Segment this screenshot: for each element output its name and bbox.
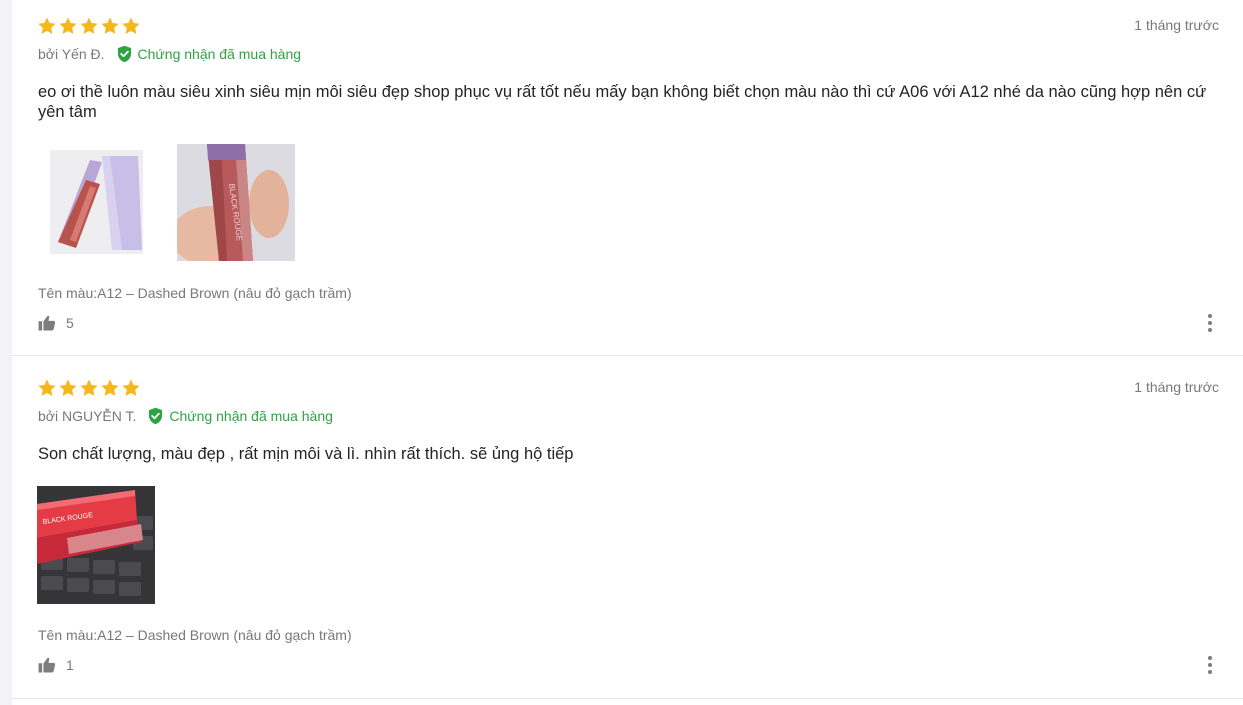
like-button[interactable]: 5 xyxy=(38,315,74,331)
verified-label: Chứng nhận đã mua hàng xyxy=(137,46,302,62)
star-icon xyxy=(122,17,140,34)
review-list: 1 tháng trước bởi Yến Đ. Chứng nhận đã m… xyxy=(12,0,1243,705)
review-variant: Tên màu:A12 – Dashed Brown (nâu đỏ gạch … xyxy=(38,627,352,643)
lipstick-keyboard-image: BLACK ROUGE xyxy=(37,486,155,604)
review-photo-lipstick-box[interactable] xyxy=(50,150,143,254)
review-item: 1 tháng trước bởi Yến Đ. Chứng nhận đã m… xyxy=(12,0,1243,356)
review-item: 1 tháng trước bởi NGUYỄN T. Chứng nhận đ… xyxy=(12,355,1243,699)
lipstick-hand-image: BLACK ROUGE xyxy=(177,144,295,261)
dot-icon xyxy=(1208,328,1212,332)
review-author: bởi NGUYỄN T. xyxy=(38,408,137,424)
dot-icon xyxy=(1208,656,1212,660)
lipstick-box-image xyxy=(50,150,143,254)
dot-icon xyxy=(1208,314,1212,318)
star-icon xyxy=(101,379,119,396)
star-rating xyxy=(37,378,141,398)
verified-purchase-badge: Chứng nhận đã mua hàng xyxy=(147,407,333,425)
dot-icon xyxy=(1208,321,1212,325)
star-rating xyxy=(37,16,141,36)
shield-check-icon xyxy=(149,407,163,425)
star-icon xyxy=(59,379,77,396)
dot-icon xyxy=(1208,670,1212,674)
star-icon xyxy=(80,379,98,396)
review-variant: Tên màu:A12 – Dashed Brown (nâu đỏ gạch … xyxy=(38,285,352,301)
review-photo-lipstick-keyboard[interactable]: BLACK ROUGE xyxy=(37,486,155,604)
review-time: 1 tháng trước xyxy=(1134,17,1219,33)
shield-check-icon xyxy=(117,45,131,63)
more-options-button[interactable] xyxy=(1206,314,1214,332)
verified-purchase-badge: Chứng nhận đã mua hàng xyxy=(116,45,302,63)
like-count: 5 xyxy=(66,315,74,331)
like-button[interactable]: 1 xyxy=(38,657,74,673)
review-byline: bởi Yến Đ. Chứng nhận đã mua hàng xyxy=(38,45,301,63)
star-icon xyxy=(59,17,77,34)
more-options-button[interactable] xyxy=(1206,656,1214,674)
dot-icon xyxy=(1208,663,1212,667)
review-time: 1 tháng trước xyxy=(1134,379,1219,395)
review-author: bởi Yến Đ. xyxy=(38,46,105,62)
review-byline: bởi NGUYỄN T. Chứng nhận đã mua hàng xyxy=(38,407,333,425)
star-icon xyxy=(80,17,98,34)
thumbs-up-icon xyxy=(38,315,56,331)
review-content: Son chất lượng, màu đẹp , rất mịn môi và… xyxy=(38,445,574,463)
star-icon xyxy=(101,17,119,34)
review-content: eo ơi thề luôn màu siêu xinh siêu mịn mô… xyxy=(38,83,1207,121)
like-count: 1 xyxy=(66,657,74,673)
thumbs-up-icon xyxy=(38,657,56,673)
star-icon xyxy=(38,17,56,34)
star-icon xyxy=(38,379,56,396)
star-icon xyxy=(122,379,140,396)
review-photo-lipstick-hand[interactable]: BLACK ROUGE xyxy=(177,144,295,261)
verified-label: Chứng nhận đã mua hàng xyxy=(169,408,333,424)
